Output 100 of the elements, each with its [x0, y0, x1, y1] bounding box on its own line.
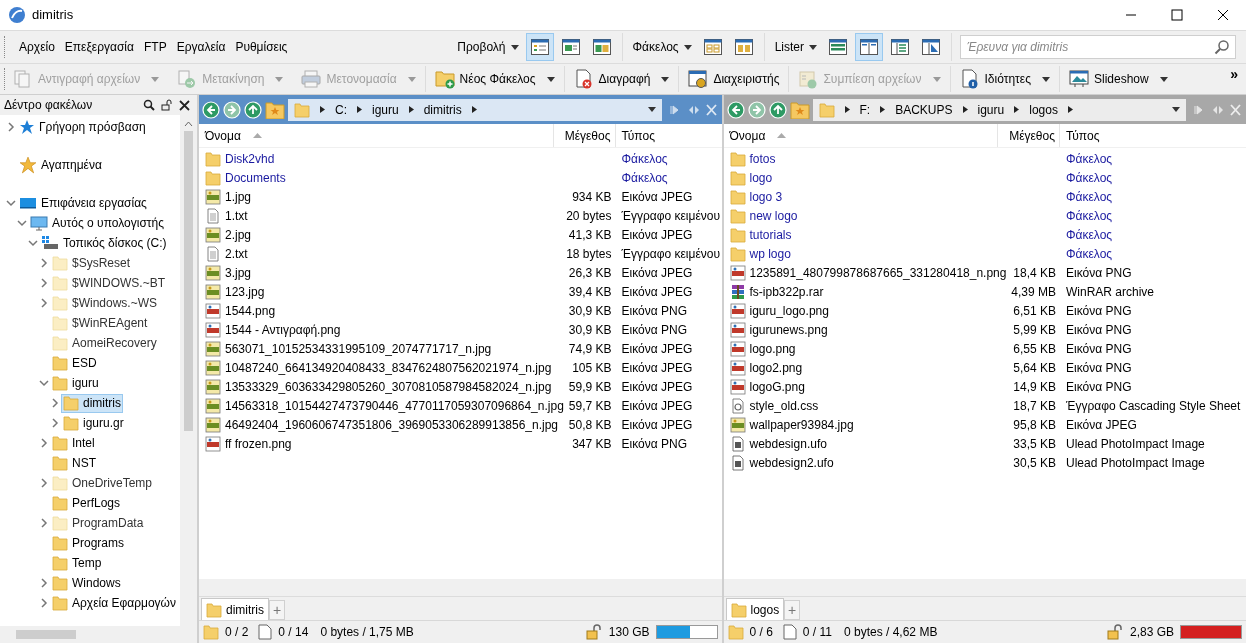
- file-name[interactable]: Documents: [225, 168, 286, 187]
- column-header[interactable]: Τύπος: [615, 124, 722, 147]
- file-name[interactable]: 563071_10152534331995109_2074771717_n.jpg: [225, 339, 492, 358]
- view-toggle-button[interactable]: [855, 33, 883, 61]
- column-header[interactable]: Μέγεθος: [553, 124, 616, 147]
- scroll-up-icon[interactable]: [184, 121, 193, 127]
- new-tab-button[interactable]: +: [269, 600, 285, 620]
- tree-item[interactable]: Τοπικός δίσκος (C:): [0, 233, 180, 253]
- tree-item[interactable]: Programs: [0, 533, 180, 553]
- tree-item[interactable]: iguru: [0, 373, 180, 393]
- file-name[interactable]: webdesign2.ufo: [749, 453, 834, 472]
- file-name[interactable]: 123.jpg: [225, 282, 265, 301]
- toolbar-button[interactable]: Διαχειριστής: [685, 66, 783, 92]
- file-name[interactable]: 46492404_1960606747351806_3969053306289913856_n.jpg: [225, 415, 559, 434]
- search-field[interactable]: Έρευνα για dimitris: [960, 35, 1236, 59]
- menu-item[interactable]: Αρχείο: [14, 38, 60, 56]
- toolbar-button[interactable]: Slideshow: [1066, 66, 1171, 92]
- view-dropdown[interactable]: Lister: [770, 34, 821, 60]
- view-dropdown[interactable]: Φάκελος: [628, 34, 696, 60]
- menu-item[interactable]: FTP: [138, 38, 172, 56]
- search-icon[interactable]: [143, 99, 155, 111]
- collapsed-chevron-icon[interactable]: [38, 278, 49, 288]
- horizontal-scrollbar[interactable]: [199, 579, 722, 596]
- column-header[interactable]: Όνομα: [199, 124, 554, 147]
- toolbar-button[interactable]: Διαγραφή: [570, 66, 673, 92]
- path-segment[interactable]: iguru: [372, 100, 399, 119]
- tree-item[interactable]: Γρήγορη πρόσβαση: [0, 117, 180, 137]
- tree-item[interactable]: ProgramData: [0, 513, 180, 533]
- file-name[interactable]: iguru_logo.png: [749, 301, 829, 320]
- file-name[interactable]: webdesign.ufo: [749, 434, 827, 453]
- path-segment[interactable]: C:: [335, 100, 347, 119]
- file-name[interactable]: 10487240_664134920408433_8347624807562021974_n.jpg: [225, 358, 552, 377]
- path-segment[interactable]: BACKUPS: [895, 100, 953, 119]
- forward-icon[interactable]: [747, 100, 766, 119]
- horizontal-scrollbar[interactable]: [723, 579, 1246, 596]
- file-name[interactable]: fs-ipb322p.rar: [749, 282, 824, 301]
- toolbar-button[interactable]: Ιδιότητες: [956, 66, 1053, 92]
- path-segment[interactable]: iguru: [977, 100, 1005, 119]
- path-segment[interactable]: F:: [859, 100, 871, 119]
- menu-item[interactable]: Εργαλεία: [171, 38, 231, 56]
- up-icon[interactable]: [768, 100, 787, 119]
- file-name[interactable]: wallpaper93984.jpg: [749, 415, 854, 434]
- tree-item[interactable]: iguru.gr: [0, 413, 180, 433]
- tree-item[interactable]: $WINDOWS.~BT: [0, 273, 180, 293]
- tree-item[interactable]: $WinREAgent: [0, 313, 180, 333]
- file-name[interactable]: style_old.css: [749, 396, 819, 415]
- unlock-icon[interactable]: [161, 99, 173, 111]
- tree-item[interactable]: PerfLogs: [0, 493, 180, 513]
- tree-item[interactable]: Επιφάνεια εργασίας: [0, 193, 180, 213]
- close-icon[interactable]: [179, 99, 190, 111]
- horizontal-scrollbar[interactable]: [0, 626, 197, 643]
- path-bar[interactable]: C: iguru dimitris: [288, 98, 662, 121]
- view-toggle-button[interactable]: [525, 33, 554, 61]
- file-name[interactable]: fotos: [749, 149, 776, 168]
- menu-item[interactable]: Ρυθμίσεις: [230, 38, 293, 56]
- view-dropdown[interactable]: Προβολή: [453, 34, 523, 60]
- file-name[interactable]: 2.jpg: [225, 225, 252, 244]
- expanded-chevron-icon[interactable]: [38, 378, 49, 388]
- collapsed-chevron-icon[interactable]: [38, 518, 49, 528]
- tree-item[interactable]: Temp: [0, 553, 180, 573]
- file-name[interactable]: igurunews.png: [749, 320, 828, 339]
- collapsed-chevron-icon[interactable]: [38, 298, 49, 308]
- file-name[interactable]: logo: [749, 168, 773, 187]
- file-name[interactable]: 1544 - Αντιγραφή.png: [225, 320, 341, 339]
- tree-item[interactable]: Windows: [0, 573, 180, 593]
- tree-item[interactable]: ESD: [0, 353, 180, 373]
- toolbar-button[interactable]: Νέος Φάκελος: [431, 66, 558, 92]
- file-name[interactable]: 1.txt: [225, 206, 248, 225]
- file-name[interactable]: logoG.png: [749, 377, 805, 396]
- more-button[interactable]: »: [1230, 64, 1242, 85]
- file-name[interactable]: 1235891_480799878687665_331280418_n.png: [749, 263, 1007, 282]
- collapsed-chevron-icon[interactable]: [49, 398, 60, 408]
- collapsed-chevron-icon[interactable]: [38, 258, 49, 268]
- file-name[interactable]: logo 3: [749, 187, 783, 206]
- expanded-chevron-icon[interactable]: [5, 198, 16, 208]
- file-name[interactable]: logo.png: [749, 339, 796, 358]
- path-segment[interactable]: dimitris: [423, 100, 462, 119]
- collapsed-chevron-icon[interactable]: [38, 438, 49, 448]
- tree-item[interactable]: Αυτός ο υπολογιστής: [0, 213, 180, 233]
- tree-item[interactable]: Αρχεία Εφαρμογών: [0, 593, 180, 613]
- collapsed-chevron-icon[interactable]: [38, 598, 49, 608]
- collapsed-chevron-icon[interactable]: [49, 418, 60, 428]
- column-header[interactable]: Μέγεθος: [998, 124, 1060, 147]
- file-name[interactable]: wp logo: [749, 244, 791, 263]
- back-icon[interactable]: [202, 100, 220, 119]
- file-name[interactable]: 13533329_603633429805260_3070810587984582024_n.jpg: [225, 377, 552, 396]
- folder-tab[interactable]: logos: [725, 598, 785, 620]
- pane-controls-icon[interactable]: [668, 102, 719, 117]
- column-header[interactable]: Τύπος: [1060, 124, 1246, 147]
- file-name[interactable]: new logo: [749, 206, 798, 225]
- file-name[interactable]: 1.jpg: [225, 187, 252, 206]
- file-name[interactable]: 1544.png: [225, 301, 276, 320]
- tree-item[interactable]: $SysReset: [0, 253, 180, 273]
- file-name[interactable]: ff frozen.png: [225, 434, 292, 453]
- expanded-chevron-icon[interactable]: [27, 238, 38, 248]
- column-header[interactable]: Όνομα: [723, 124, 998, 147]
- file-name[interactable]: 3.jpg: [225, 263, 252, 282]
- tree-item[interactable]: OneDriveTemp: [0, 473, 180, 493]
- menu-item[interactable]: Επεξεργασία: [59, 38, 139, 56]
- collapsed-chevron-icon[interactable]: [5, 122, 16, 132]
